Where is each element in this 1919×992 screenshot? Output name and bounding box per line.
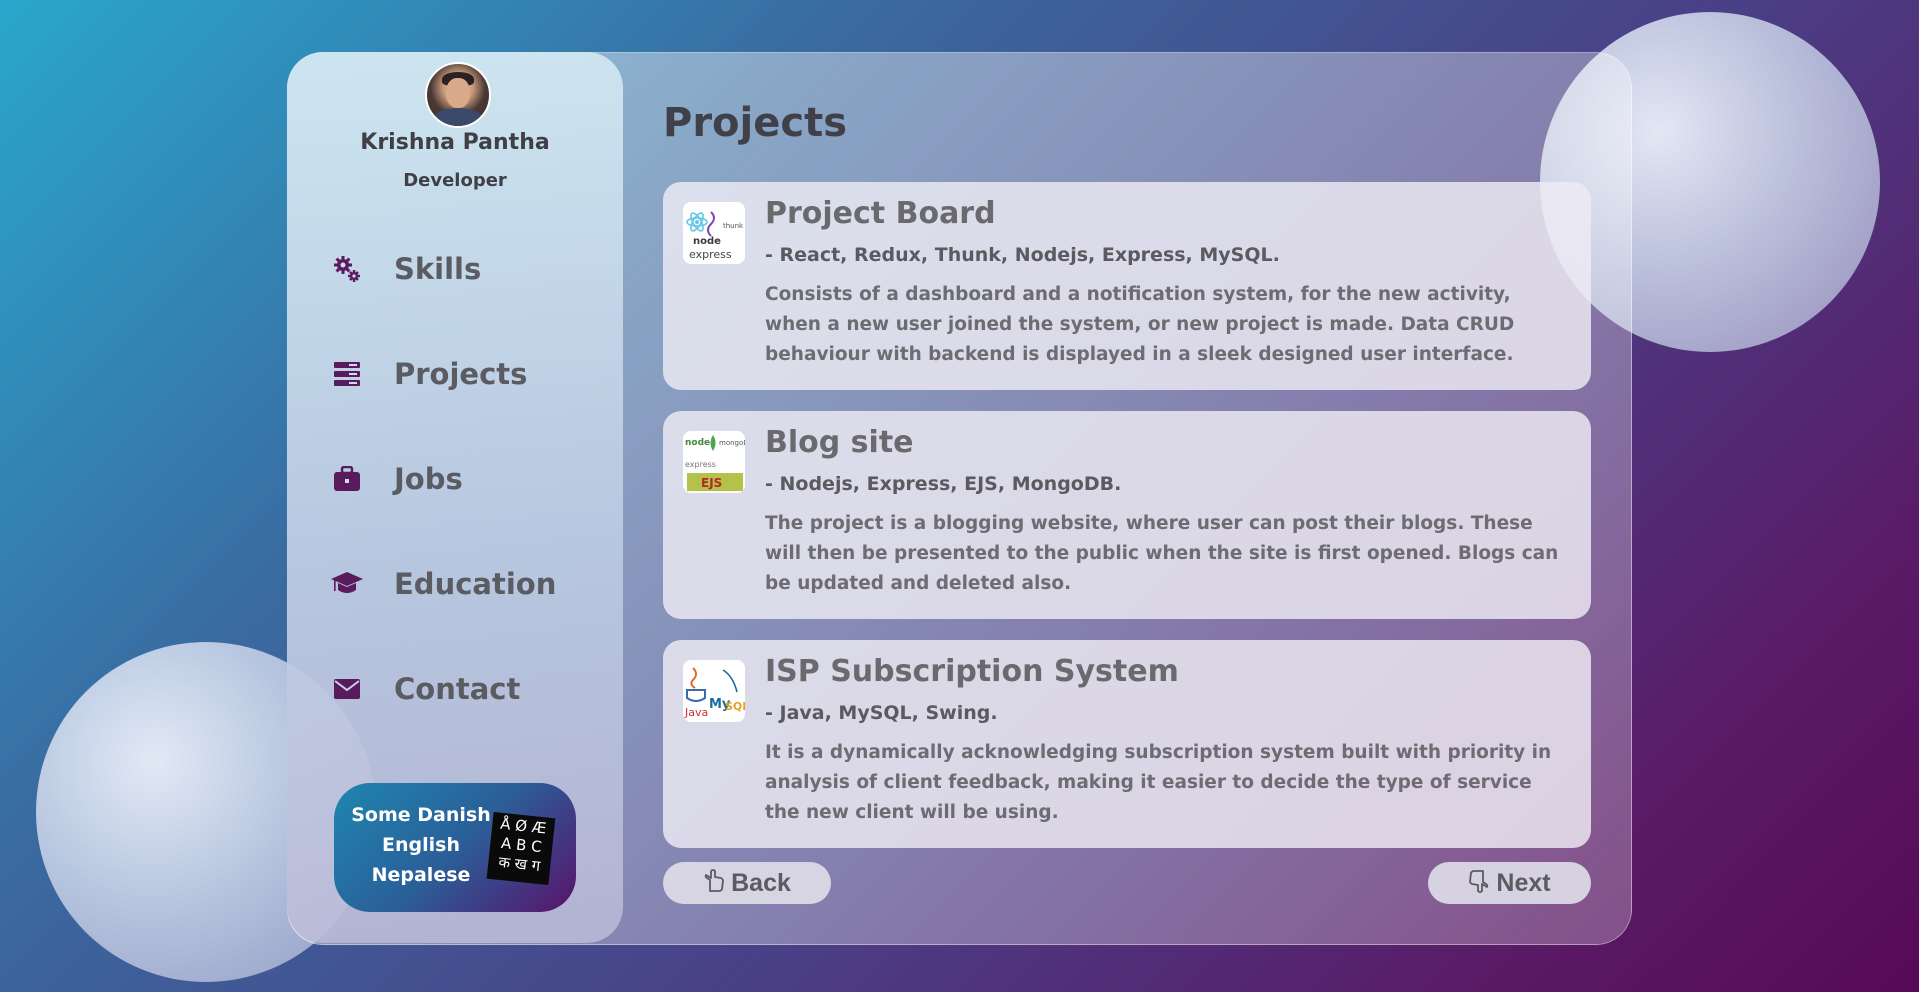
sidebar-item-label: Skills xyxy=(394,252,482,286)
project-card-blog-site[interactable]: node mongoDB express EJS Blog site - Nod… xyxy=(663,411,1591,619)
project-thumbnail: Java My SQL xyxy=(683,660,745,722)
sidebar-item-label: Contact xyxy=(394,672,521,706)
server-icon xyxy=(330,357,364,391)
profile-name: Krishna Pantha xyxy=(360,130,550,155)
sidebar-item-label: Jobs xyxy=(394,462,463,496)
briefcase-icon xyxy=(330,462,364,496)
svg-text:SQL: SQL xyxy=(725,700,745,713)
envelope-icon xyxy=(330,672,364,706)
gears-icon xyxy=(330,252,364,286)
project-title: Project Board xyxy=(765,196,996,231)
project-card-isp-subscription[interactable]: Java My SQL ISP Subscription System - Ja… xyxy=(663,640,1591,848)
back-label: Back xyxy=(731,868,791,897)
svg-text:express: express xyxy=(689,248,732,261)
sidebar-item-skills[interactable]: Skills xyxy=(330,244,481,294)
sidebar-item-label: Education xyxy=(394,567,557,601)
svg-text:thunk: thunk xyxy=(723,222,744,230)
svg-text:express: express xyxy=(685,460,716,469)
avatar xyxy=(425,62,491,128)
language-button-label: Some Danish English Nepalese xyxy=(351,804,491,886)
project-title: ISP Subscription System xyxy=(765,654,1179,689)
sidebar-item-jobs[interactable]: Jobs xyxy=(330,454,463,504)
page-title: Projects xyxy=(663,100,848,146)
project-description: The project is a blogging website, where… xyxy=(765,513,1559,594)
project-thumbnail: thunk node express xyxy=(683,202,745,264)
hand-pointer-icon xyxy=(1468,869,1490,897)
svg-text:Java: Java xyxy=(684,706,708,719)
svg-text:node: node xyxy=(693,236,721,247)
svg-text:mongoDB: mongoDB xyxy=(719,439,745,447)
sidebar-item-projects[interactable]: Projects xyxy=(330,349,527,399)
svg-text:node: node xyxy=(685,438,710,448)
language-glyph-icon: Å Ø Æ A B C क ख ग xyxy=(486,811,556,886)
project-description: It is a dynamically acknowledging subscr… xyxy=(765,742,1552,823)
next-label: Next xyxy=(1496,868,1551,897)
project-title: Blog site xyxy=(765,425,914,460)
svg-text:EJS: EJS xyxy=(701,476,722,490)
graduation-cap-icon xyxy=(330,567,364,601)
project-thumbnail: node mongoDB express EJS xyxy=(683,431,745,493)
project-tech: - React, Redux, Thunk, Nodejs, Express, … xyxy=(765,244,1280,266)
project-card-project-board[interactable]: thunk node express Project Board - React… xyxy=(663,182,1591,390)
project-tech: - Nodejs, Express, EJS, MongoDB. xyxy=(765,473,1122,495)
next-button[interactable]: Next xyxy=(1428,862,1591,904)
profile-role: Developer xyxy=(403,170,507,191)
sidebar-item-label: Projects xyxy=(394,357,528,391)
sidebar-item-contact[interactable]: Contact xyxy=(330,664,520,714)
sidebar-item-education[interactable]: Education xyxy=(330,559,556,609)
back-button[interactable]: Back xyxy=(663,862,831,904)
project-tech: - Java, MySQL, Swing. xyxy=(765,702,998,724)
hand-pointer-icon xyxy=(703,869,725,897)
project-description: Consists of a dashboard and a notificati… xyxy=(765,284,1515,365)
